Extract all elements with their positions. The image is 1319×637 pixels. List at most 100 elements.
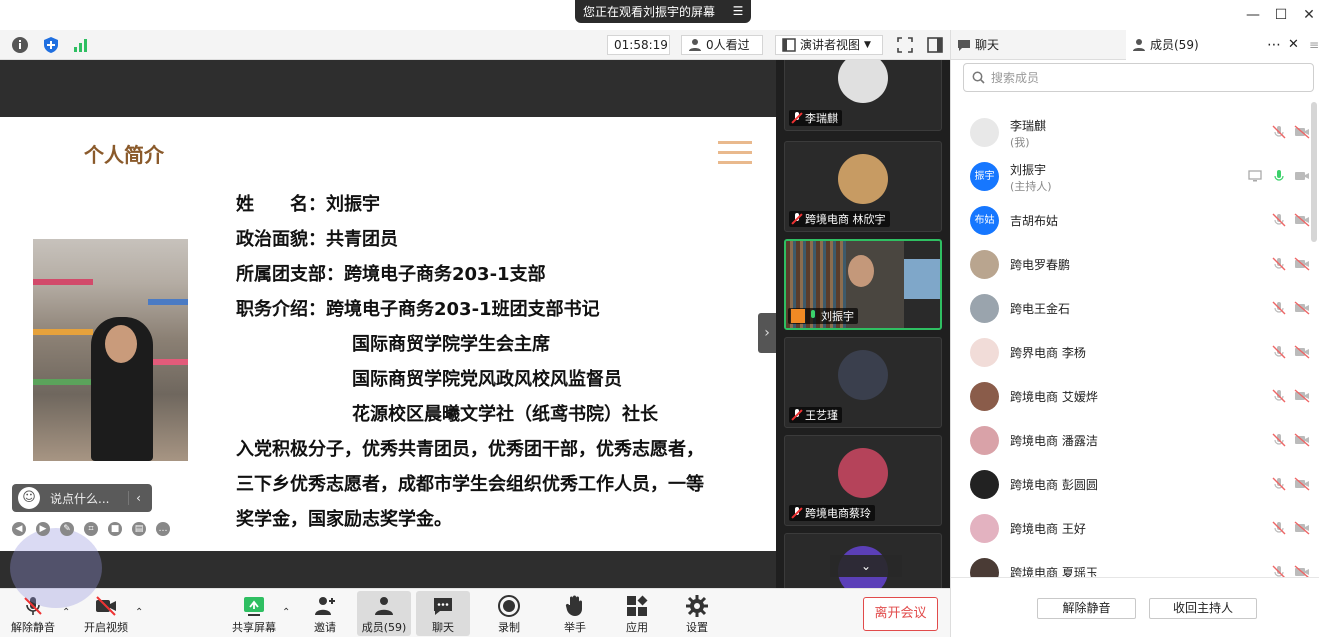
- video-tile-active-speaker[interactable]: 刘振宇: [784, 239, 942, 330]
- comment-icon[interactable]: ▤: [132, 522, 146, 536]
- mic-muted-icon[interactable]: [1271, 564, 1287, 577]
- mic-muted-icon[interactable]: [1271, 476, 1287, 492]
- screen-share-icon: [1248, 170, 1262, 182]
- tab-members[interactable]: 成员(59) ⋯ ✕ ≡: [1126, 30, 1319, 60]
- member-role: (主持人): [1010, 180, 1052, 193]
- avatar: [838, 350, 888, 400]
- emoji-icon[interactable]: ☺: [18, 487, 40, 509]
- user-icon: [689, 39, 701, 51]
- fullscreen-icon[interactable]: [896, 36, 914, 54]
- camera-icon[interactable]: ■: [108, 522, 122, 536]
- tab-chat[interactable]: 聊天: [951, 30, 1126, 60]
- member-row[interactable]: 跨电罗春鹏: [951, 242, 1311, 286]
- leave-meeting-button[interactable]: 离开会议: [863, 597, 938, 631]
- member-row[interactable]: 跨电王金石: [951, 286, 1311, 330]
- video-tile[interactable]: 跨境电商 林欣宇: [784, 141, 942, 232]
- chat-button[interactable]: 聊天: [416, 591, 470, 636]
- prev-icon[interactable]: ◀: [12, 522, 26, 536]
- camera-off-icon[interactable]: [1294, 344, 1310, 360]
- floating-chat-input[interactable]: ☺ 说点什么... ‹: [12, 484, 152, 512]
- chevron-up-icon[interactable]: ⌃: [135, 607, 145, 618]
- members-button[interactable]: 成员(59): [357, 591, 411, 636]
- screenshot-icon[interactable]: ⌗: [84, 522, 98, 536]
- chevron-up-icon[interactable]: ⌃: [62, 607, 72, 618]
- mic-on-icon[interactable]: [1271, 168, 1287, 184]
- menu-icon[interactable]: ≡: [1309, 30, 1319, 60]
- record-label: 录制: [498, 621, 520, 634]
- member-name: 跨电王金石: [1010, 302, 1071, 316]
- decorative-lines: [718, 141, 752, 175]
- viewers-count[interactable]: 0人看过: [681, 35, 763, 55]
- close-icon[interactable]: ✕: [1300, 6, 1318, 24]
- camera-off-icon[interactable]: [1294, 212, 1310, 228]
- member-row[interactable]: 跨界电商 李杨: [951, 330, 1311, 374]
- raise-hand-button[interactable]: 举手: [548, 591, 602, 636]
- mic-muted-icon[interactable]: [1271, 256, 1287, 272]
- signal-icon[interactable]: [72, 36, 90, 54]
- view-mode-dropdown[interactable]: 演讲者视图 ▼: [775, 35, 883, 55]
- video-tile[interactable]: 李瑞麒: [784, 60, 942, 131]
- more-icon[interactable]: …: [156, 522, 170, 536]
- minimize-icon[interactable]: —: [1244, 6, 1262, 24]
- screen-share-notice[interactable]: 您正在观看刘振宇的屏幕 ☰: [575, 0, 751, 23]
- member-row[interactable]: 跨境电商 王好: [951, 506, 1311, 550]
- sidebar-toggle-icon[interactable]: [926, 36, 944, 54]
- menu-icon[interactable]: ☰: [731, 4, 745, 18]
- member-list-scrollbar[interactable]: [1311, 102, 1317, 242]
- share-screen-button[interactable]: 共享屏幕: [227, 591, 281, 636]
- apps-icon: [627, 595, 648, 616]
- pen-icon[interactable]: ✎: [60, 522, 74, 536]
- invite-button[interactable]: 邀请: [298, 591, 352, 636]
- video-tile[interactable]: 王艺瑾: [784, 337, 942, 428]
- camera-off-icon[interactable]: [1294, 432, 1310, 448]
- camera-off-icon[interactable]: [1294, 168, 1310, 184]
- member-row[interactable]: 跨境电商 夏瑶玉: [951, 550, 1311, 577]
- scroll-down-button[interactable]: ⌄: [830, 555, 902, 577]
- mic-muted-icon[interactable]: [1271, 124, 1287, 140]
- chevron-up-icon[interactable]: ⌃: [282, 607, 292, 618]
- video-tile[interactable]: 跨境电商蔡玲: [784, 435, 942, 526]
- member-row[interactable]: 跨境电商 艾嫒烨: [951, 374, 1311, 418]
- apps-button[interactable]: 应用: [610, 591, 664, 636]
- mic-muted-icon[interactable]: [1271, 212, 1287, 228]
- camera-off-icon[interactable]: [1294, 256, 1310, 272]
- camera-off-icon[interactable]: [1294, 388, 1310, 404]
- camera-off-icon[interactable]: [1294, 564, 1310, 577]
- avatar: 布姑: [970, 206, 999, 235]
- shield-icon[interactable]: [42, 36, 60, 54]
- member-row[interactable]: 布姑 吉胡布姑: [951, 198, 1311, 242]
- camera-off-icon[interactable]: [1294, 520, 1310, 536]
- next-icon[interactable]: ▶: [36, 522, 50, 536]
- camera-off-icon[interactable]: [1294, 476, 1310, 492]
- member-search[interactable]: [963, 63, 1314, 92]
- unmute-all-button[interactable]: 解除静音: [1037, 598, 1136, 619]
- avatar: [970, 294, 999, 323]
- chevron-left-icon[interactable]: ‹: [128, 491, 148, 505]
- member-row[interactable]: 跨境电商 彭圆圆: [951, 462, 1311, 506]
- mic-muted-icon[interactable]: [1271, 520, 1287, 536]
- search-input[interactable]: [991, 70, 1291, 85]
- record-button[interactable]: 录制: [482, 591, 536, 636]
- bio-line: 政治面貌：共青团员: [236, 229, 398, 250]
- avatar: [970, 470, 999, 499]
- mic-muted-icon[interactable]: [1271, 388, 1287, 404]
- avatar: [970, 558, 999, 577]
- mic-muted-icon[interactable]: [1271, 344, 1287, 360]
- close-icon[interactable]: ✕: [1288, 30, 1299, 60]
- member-row[interactable]: 跨境电商 潘露洁: [951, 418, 1311, 462]
- bio-line: 所属团支部：跨境电子商务203-1支部: [236, 264, 546, 285]
- chat-placeholder[interactable]: 说点什么...: [50, 490, 128, 507]
- mic-muted-icon[interactable]: [1271, 300, 1287, 316]
- camera-off-icon[interactable]: [1294, 300, 1310, 316]
- settings-button[interactable]: 设置: [670, 591, 724, 636]
- maximize-icon[interactable]: ☐: [1272, 6, 1290, 24]
- collapse-video-panel-button[interactable]: ›: [758, 313, 776, 353]
- more-icon[interactable]: ⋯: [1267, 30, 1281, 60]
- info-icon[interactable]: [11, 36, 29, 54]
- reclaim-host-button[interactable]: 收回主持人: [1149, 598, 1257, 619]
- camera-off-icon[interactable]: [1294, 124, 1310, 140]
- mic-muted-icon[interactable]: [1271, 432, 1287, 448]
- member-row[interactable]: 李瑞麒 (我): [951, 110, 1311, 154]
- avatar: [970, 426, 999, 455]
- start-video-button[interactable]: 开启视频: [79, 591, 133, 636]
